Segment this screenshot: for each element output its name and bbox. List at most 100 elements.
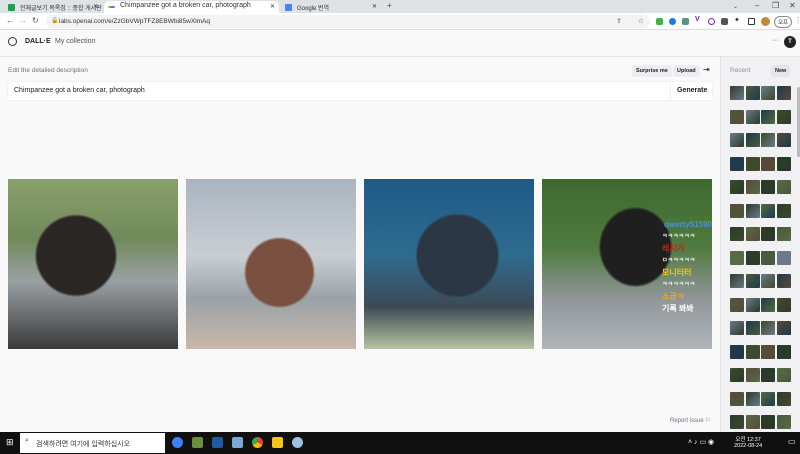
recent-thumbnail[interactable] <box>776 133 791 147</box>
recent-thumbnail[interactable] <box>730 203 744 218</box>
omnibox[interactable]: 🔒 labs.openai.com/e/ZzGbVWpTFZ8EBWbi85wX… <box>46 15 650 28</box>
recent-thumbnail[interactable] <box>776 203 791 218</box>
url-text[interactable]: labs.openai.com/e/ZzGbVWpTFZ8EBWbi85wXlm… <box>59 18 210 25</box>
recent-thumbnail[interactable] <box>776 297 791 312</box>
recent-thumbnail[interactable] <box>761 415 775 429</box>
recent-thumbnail[interactable] <box>745 344 760 359</box>
recent-thumbnail[interactable] <box>776 250 791 265</box>
taskbar-search[interactable]: ⌕ 검색하려면 여기에 입력하십시오 <box>20 433 165 453</box>
recent-thumbnail[interactable] <box>761 250 775 265</box>
tab-dalle[interactable]: Chimpanzee got a broken car, photograph ✕ <box>104 1 279 13</box>
minimize-button[interactable]: – <box>755 1 759 10</box>
recent-thumbnail[interactable] <box>776 368 791 382</box>
menu-icon[interactable]: ⋮ <box>794 16 800 25</box>
recent-thumbnail[interactable] <box>776 156 791 171</box>
extension-icon[interactable] <box>656 18 663 25</box>
profile-button[interactable]: 오프 <box>774 16 793 28</box>
close-window-button[interactable]: ✕ <box>789 1 796 10</box>
extension-icon[interactable] <box>669 18 676 25</box>
recent-thumbnail[interactable] <box>730 133 744 147</box>
recent-thumbnail[interactable] <box>730 415 744 429</box>
recent-thumbnail[interactable] <box>745 391 760 406</box>
recent-thumbnail[interactable] <box>730 227 744 241</box>
tab-google-translate[interactable]: Google 번역 ✕ <box>281 1 381 13</box>
recent-thumbnail[interactable] <box>745 86 760 100</box>
recent-thumbnail[interactable] <box>745 203 760 218</box>
clock[interactable]: 오전 12:37 2022-08-24 <box>734 435 762 449</box>
recent-thumbnail[interactable] <box>761 368 775 382</box>
close-icon[interactable]: ✕ <box>270 3 275 10</box>
reload-icon[interactable]: ↻ <box>32 16 39 25</box>
recent-thumbnail[interactable] <box>730 156 744 171</box>
generated-image-4[interactable]: qwerty51590 ㅋㅋㅋㅋㅋㅋ 레시기 ㅁㅋㅋㅋㅋㅋ 모니터터 ㅋㅋㅋㅋㅋ… <box>542 179 712 349</box>
windows-start-icon[interactable]: ⊞ <box>6 437 14 448</box>
file-explorer-icon[interactable] <box>272 437 283 448</box>
generated-image-1[interactable] <box>8 179 178 349</box>
recent-thumbnail[interactable] <box>730 180 744 194</box>
recent-thumbnail[interactable] <box>776 391 791 406</box>
upload-button[interactable]: Upload <box>673 65 700 77</box>
sidepanel-icon[interactable] <box>748 18 755 25</box>
recent-thumbnail[interactable] <box>761 86 775 100</box>
extension-icon[interactable] <box>721 18 728 25</box>
recent-thumbnail[interactable] <box>745 368 760 382</box>
recent-thumbnail[interactable] <box>761 391 775 406</box>
notification-icon[interactable]: ▭ <box>788 437 796 446</box>
recent-thumbnail[interactable] <box>730 274 744 288</box>
recent-thumbnail[interactable] <box>761 156 775 171</box>
generate-button[interactable]: Generate <box>670 82 712 100</box>
puzzle-icon[interactable]: ✦ <box>734 16 741 24</box>
generated-image-2[interactable] <box>186 179 356 349</box>
avatar[interactable]: T <box>784 36 796 48</box>
tab-board[interactable]: 전체글보기 목록짐 :: 종합 게시판 ✕ <box>4 1 102 13</box>
surprise-me-button[interactable]: Surprise me <box>632 65 672 77</box>
recent-thumbnail[interactable] <box>745 297 760 312</box>
recent-thumbnail[interactable] <box>776 274 791 288</box>
recent-thumbnail[interactable] <box>745 133 760 147</box>
recent-thumbnail[interactable] <box>745 274 760 288</box>
app-v-icon[interactable] <box>212 437 223 448</box>
recent-thumbnail[interactable] <box>761 133 775 147</box>
recent-thumbnail[interactable] <box>776 321 791 335</box>
recent-thumbnail[interactable] <box>730 321 744 335</box>
collapse-sidebar-icon[interactable]: ⇥ <box>703 65 710 74</box>
paint-icon[interactable] <box>292 437 303 448</box>
recent-thumbnail[interactable] <box>761 180 775 194</box>
chevron-down-icon[interactable]: ⌄ <box>733 3 738 10</box>
new-button[interactable]: New <box>771 65 791 77</box>
chrome-icon[interactable] <box>252 437 263 448</box>
dalle-brand[interactable]: DALL·E <box>25 38 51 45</box>
recent-thumbnail[interactable] <box>761 203 775 218</box>
more-icon[interactable]: ··· <box>772 37 779 44</box>
extension-icon[interactable] <box>682 18 689 25</box>
recent-thumbnail[interactable] <box>730 368 744 382</box>
recent-thumbnail[interactable] <box>730 250 744 265</box>
profile-avatar[interactable] <box>761 17 770 26</box>
star-icon[interactable]: ☆ <box>638 17 644 25</box>
generated-image-3[interactable] <box>364 179 534 349</box>
recent-thumbnail[interactable] <box>730 109 744 124</box>
forward-icon[interactable]: → <box>19 16 27 25</box>
recent-thumbnail[interactable] <box>761 344 775 359</box>
recent-thumbnail[interactable] <box>776 180 791 194</box>
share-icon[interactable]: ⇪ <box>616 17 622 25</box>
recent-thumbnail[interactable] <box>745 321 760 335</box>
prompt-text[interactable]: Chimpanzee got a broken car, photograph <box>14 87 145 94</box>
recent-thumbnail[interactable] <box>761 297 775 312</box>
recent-thumbnail[interactable] <box>776 344 791 359</box>
prompt-input[interactable]: Chimpanzee got a broken car, photograph … <box>8 82 712 100</box>
recent-thumbnail[interactable] <box>761 109 775 124</box>
openai-logo-icon[interactable] <box>8 37 17 46</box>
recent-thumbnail[interactable] <box>730 297 744 312</box>
extension-o-icon[interactable] <box>708 18 715 25</box>
recent-thumbnail[interactable] <box>761 321 775 335</box>
recent-thumbnail[interactable] <box>776 227 791 241</box>
app-icon[interactable] <box>232 437 243 448</box>
recent-thumbnail[interactable] <box>745 227 760 241</box>
recent-thumbnail[interactable] <box>745 156 760 171</box>
recent-thumbnail[interactable] <box>730 344 744 359</box>
recent-thumbnail[interactable] <box>745 109 760 124</box>
recent-thumbnail[interactable] <box>745 250 760 265</box>
close-icon[interactable]: ✕ <box>93 3 98 10</box>
minecraft-icon[interactable] <box>192 437 203 448</box>
